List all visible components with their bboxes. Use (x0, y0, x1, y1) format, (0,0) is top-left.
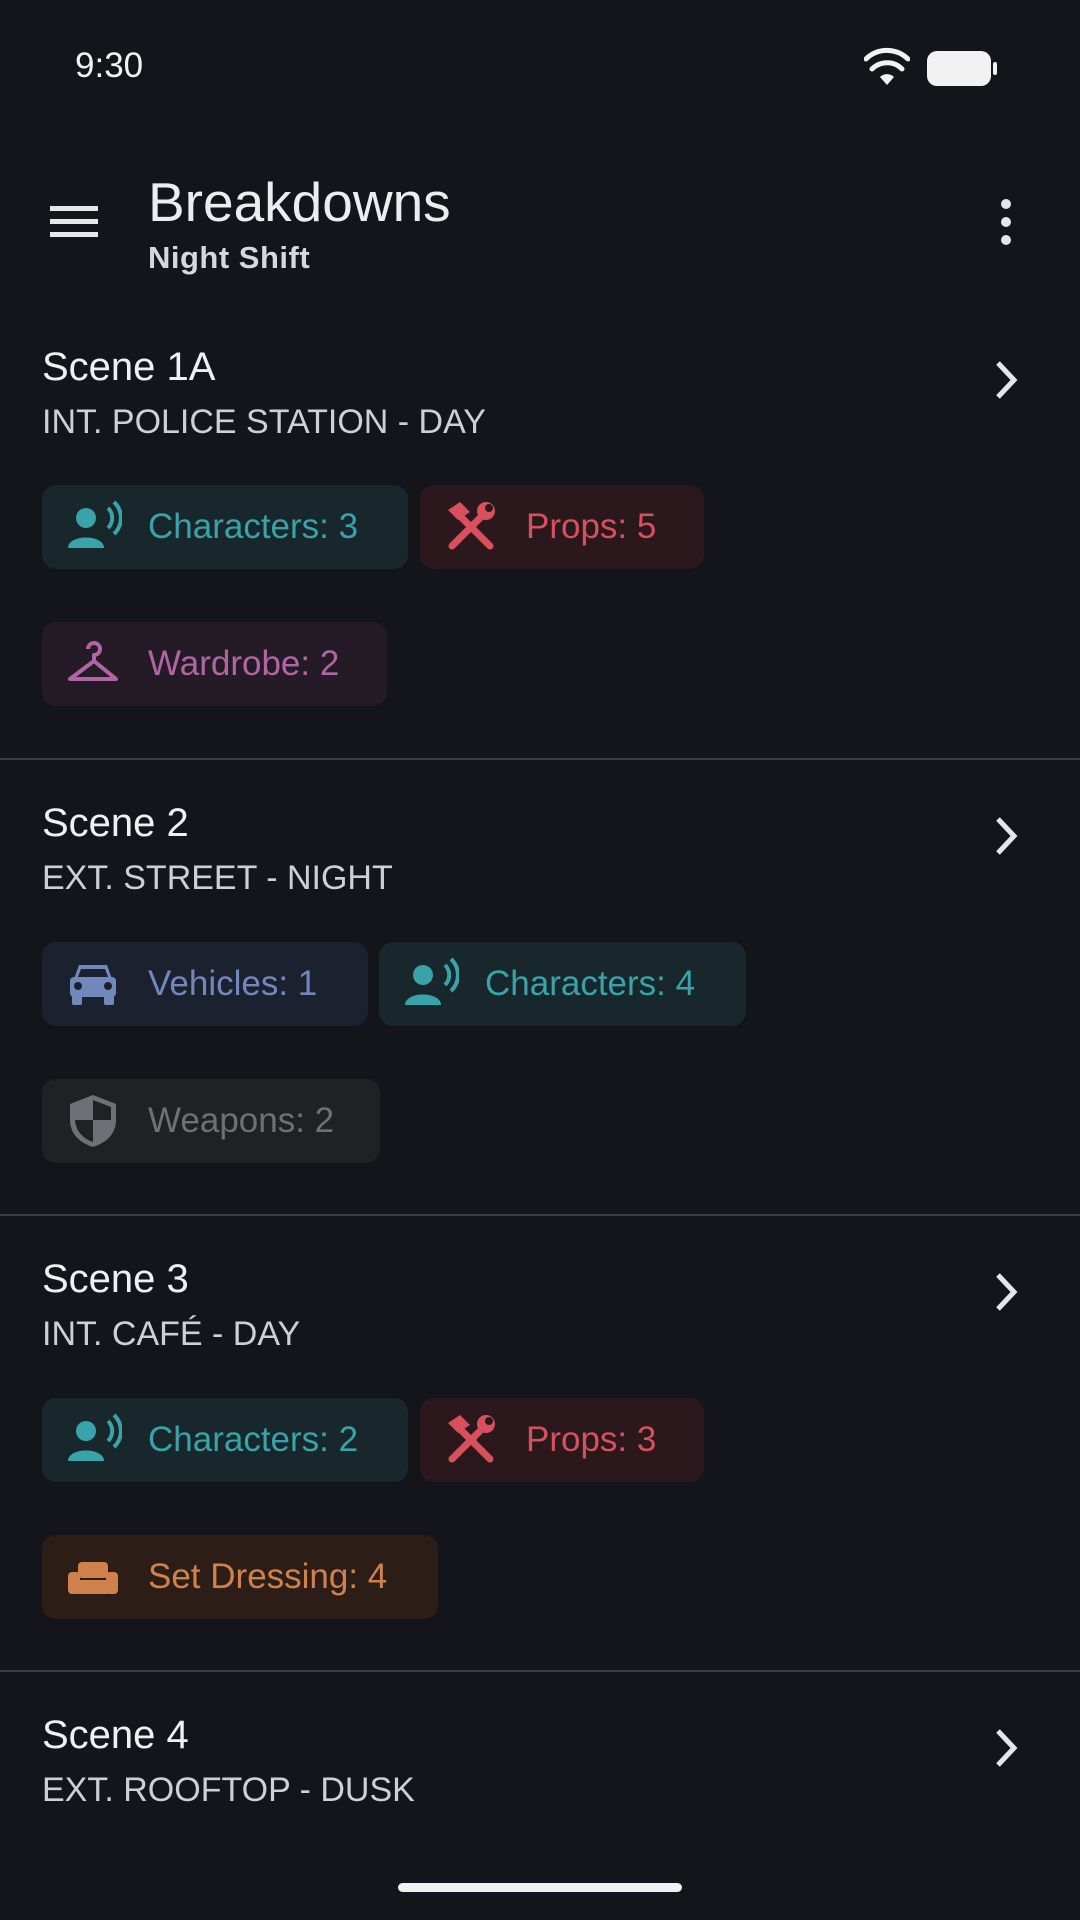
more-vert-icon[interactable] (995, 198, 1017, 246)
chip-label: Vehicles: 1 (148, 964, 318, 1003)
app-bar: Breakdowns Night Shift (0, 150, 1080, 290)
scene-heading: INT. POLICE STATION - DAY (42, 403, 486, 441)
scene-title: Scene 1A (42, 345, 216, 389)
chip-label: Wardrobe: 2 (148, 644, 340, 683)
page-title: Breakdowns (148, 171, 451, 233)
divider (0, 1670, 1080, 1672)
chip-characters[interactable]: Characters: 2 (42, 1398, 408, 1482)
chip-wardrobe[interactable]: Wardrobe: 2 (42, 622, 387, 706)
chip-props[interactable]: Props: 5 (420, 485, 704, 569)
divider (0, 758, 1080, 760)
hanger-icon (68, 641, 118, 681)
chip-label: Props: 5 (526, 507, 657, 546)
chip-weapons[interactable]: Weapons: 2 (42, 1079, 380, 1163)
scene-heading: INT. CAFÉ - DAY (42, 1315, 301, 1353)
scene-title: Scene 3 (42, 1257, 189, 1301)
scene-card[interactable]: Scene 2 EXT. STREET - NIGHT Vehicles: 1 … (0, 801, 1080, 1215)
scene-card[interactable]: Scene 1A INT. POLICE STATION - DAY Chara… (0, 345, 1080, 760)
chip-characters[interactable]: Characters: 4 (379, 942, 746, 1026)
person-voice-icon (405, 957, 459, 1005)
shield-icon (70, 1095, 116, 1147)
chip-label: Props: 3 (526, 1420, 657, 1459)
person-voice-icon (68, 1413, 122, 1461)
chevron-right-icon[interactable] (990, 1267, 1024, 1317)
chip-props[interactable]: Props: 3 (420, 1398, 704, 1482)
status-time: 9:30 (75, 46, 144, 85)
tools-icon (448, 1415, 495, 1463)
divider (0, 1214, 1080, 1216)
tools-icon (448, 502, 495, 550)
person-voice-icon (68, 500, 122, 548)
chip-label: Characters: 4 (485, 964, 696, 1003)
scene-card[interactable]: Scene 4 EXT. ROOFTOP - DUSK (0, 1713, 1080, 1858)
status-bar: 9:30 (0, 0, 1080, 130)
chip-label: Characters: 3 (148, 507, 359, 546)
chip-label: Characters: 2 (148, 1420, 359, 1459)
chevron-right-icon[interactable] (990, 355, 1024, 405)
scene-heading: EXT. ROOFTOP - DUSK (42, 1771, 415, 1809)
car-icon (70, 965, 116, 1005)
battery-icon (927, 51, 997, 86)
home-indicator[interactable] (398, 1883, 682, 1892)
scene-card[interactable]: Scene 3 INT. CAFÉ - DAY Characters: 2 Pr… (0, 1257, 1080, 1671)
chevron-right-icon[interactable] (990, 811, 1024, 861)
scene-title: Scene 2 (42, 801, 189, 845)
chip-label: Set Dressing: 4 (148, 1557, 388, 1596)
chevron-right-icon[interactable] (990, 1723, 1024, 1773)
wifi-icon (864, 47, 910, 85)
chip-characters[interactable]: Characters: 3 (42, 485, 408, 569)
scene-heading: EXT. STREET - NIGHT (42, 859, 393, 897)
chip-set-dressing[interactable]: Set Dressing: 4 (42, 1535, 438, 1619)
menu-icon[interactable] (48, 202, 100, 242)
page-subtitle: Night Shift (148, 240, 311, 275)
chip-vehicles[interactable]: Vehicles: 1 (42, 942, 368, 1026)
scene-title: Scene 4 (42, 1713, 189, 1757)
chip-label: Weapons: 2 (148, 1101, 335, 1140)
sofa-icon (68, 1562, 118, 1594)
